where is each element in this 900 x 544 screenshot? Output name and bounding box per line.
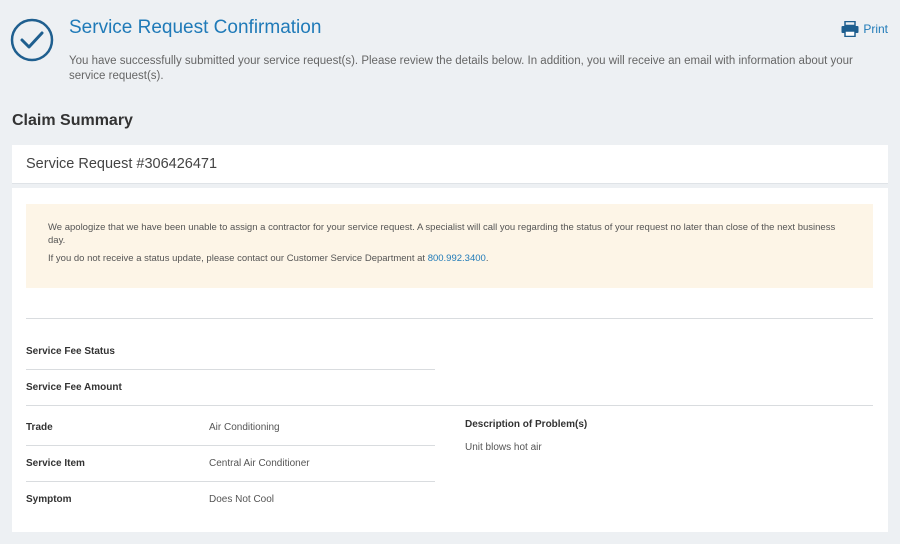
notice-box: We apologize that we have been unable to… (26, 204, 873, 288)
confirmation-message: You have successfully submitted your ser… (69, 55, 853, 82)
notice-line-2-prefix: If you do not receive a status update, p… (48, 253, 428, 264)
notice-line-2: If you do not receive a status update, p… (48, 253, 851, 266)
trade-value: Air Conditioning (209, 421, 280, 433)
printer-icon (841, 21, 859, 37)
service-fee-status-row: Service Fee Status (26, 333, 435, 369)
description-value: Unit blows hot air (465, 442, 542, 453)
description-label: Description of Problem(s) (465, 419, 588, 430)
symptom-row: Symptom Does Not Cool (26, 481, 435, 517)
divider (26, 405, 873, 406)
trade-label: Trade (26, 421, 53, 433)
print-button[interactable]: Print (841, 21, 888, 37)
phone-link[interactable]: 800.992.3400 (428, 253, 486, 264)
print-label: Print (863, 22, 888, 36)
symptom-value: Does Not Cool (209, 493, 275, 505)
claim-summary-title: Claim Summary (12, 112, 133, 129)
trade-row: Trade Air Conditioning (26, 409, 435, 445)
symptom-label: Symptom (26, 493, 72, 505)
service-item-label: Service Item (26, 457, 85, 469)
notice-line-1: We apologize that we have been unable to… (48, 222, 836, 246)
service-request-header: Service Request #306426471 (12, 145, 888, 184)
service-item-row: Service Item Central Air Conditioner (26, 445, 435, 481)
service-request-details: We apologize that we have been unable to… (12, 188, 888, 532)
service-fee-amount-label: Service Fee Amount (26, 381, 122, 393)
notice-line-2-suffix: . (485, 253, 489, 264)
page-title: Service Request Confirmation (69, 17, 322, 38)
service-fee-amount-row: Service Fee Amount (26, 369, 435, 405)
confirmation-header: Service Request Confirmation You have su… (0, 0, 900, 100)
service-fee-status-label: Service Fee Status (26, 345, 115, 357)
service-item-value: Central Air Conditioner (209, 457, 310, 469)
divider (26, 318, 873, 319)
checkmark-circle-icon (10, 18, 54, 62)
